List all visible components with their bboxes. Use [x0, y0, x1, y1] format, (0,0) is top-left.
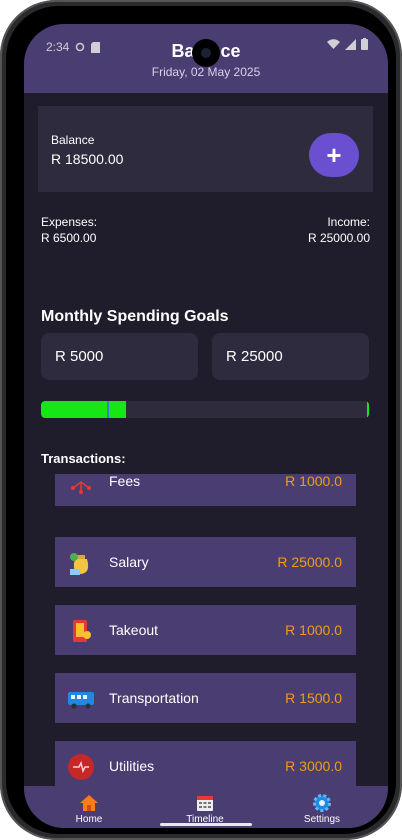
transactions-title: Transactions:	[41, 451, 126, 466]
phone-bezel: 2:34 Balance Friday, 02 May 2025 Balance…	[6, 6, 396, 834]
bus-icon	[68, 692, 94, 709]
home-icon	[80, 795, 98, 811]
transactions-list[interactable]: Fees R 1000.0 Salary R 25000.0 Takeout R…	[24, 474, 388, 786]
nav-home[interactable]: Home	[71, 793, 107, 825]
min-goal-marker	[107, 401, 109, 418]
add-transaction-button[interactable]: +	[309, 133, 359, 177]
transaction-name: Transportation	[109, 690, 199, 706]
transaction-amount: R 3000.0	[285, 758, 342, 774]
income-label: Income:	[327, 215, 370, 229]
home-indicator[interactable]	[160, 823, 252, 826]
app-header: 2:34 Balance Friday, 02 May 2025	[24, 24, 388, 93]
transaction-amount: R 1000.0	[285, 622, 342, 638]
balance-card: Balance R 18500.00 +	[38, 106, 373, 192]
balance-label: Balance	[51, 133, 95, 147]
progress-fill	[41, 401, 126, 418]
transaction-row[interactable]: Salary R 25000.0	[55, 537, 356, 587]
transaction-row[interactable]: Utilities R 3000.0	[55, 741, 356, 786]
income-summary: Income: R 25000.00	[308, 214, 370, 246]
transaction-row[interactable]: Fees R 1000.0	[55, 474, 356, 506]
utilities-icon	[68, 754, 94, 780]
nav-settings[interactable]: Settings	[300, 793, 344, 825]
gear-icon	[313, 794, 331, 812]
min-goal-field[interactable]: R 5000	[41, 333, 198, 380]
nav-settings-label: Settings	[303, 814, 341, 825]
nav-timeline[interactable]: Timeline	[180, 793, 230, 825]
fees-icon	[71, 481, 91, 494]
app-screen: 2:34 Balance Friday, 02 May 2025 Balance…	[24, 24, 388, 828]
income-value: R 25000.00	[307, 231, 370, 245]
camera-cutout	[192, 39, 220, 67]
expenses-label: Expenses:	[41, 215, 98, 229]
max-goal-field[interactable]: R 25000	[212, 333, 369, 380]
balance-amount: R 18500.00	[51, 151, 124, 167]
goals-title: Monthly Spending Goals	[41, 308, 229, 325]
transaction-name: Takeout	[109, 622, 159, 638]
page-date: Friday, 02 May 2025	[151, 65, 261, 79]
spending-progress-bar	[41, 401, 369, 418]
transaction-name: Utilities	[109, 758, 155, 774]
transaction-row[interactable]: Transportation R 1500.0	[55, 673, 356, 723]
transaction-name: Fees	[109, 474, 141, 489]
phone-frame: 2:34 Balance Friday, 02 May 2025 Balance…	[0, 0, 402, 840]
takeout-icon	[73, 620, 91, 642]
transaction-amount: R 1500.0	[285, 690, 342, 706]
nav-home-label: Home	[75, 814, 103, 825]
max-goal-marker	[367, 401, 369, 418]
transaction-name: Salary	[109, 554, 149, 570]
bottom-navigation: Home Timeline Settings	[24, 786, 388, 828]
transaction-amount: R 1000.0	[285, 474, 342, 489]
transaction-row[interactable]: Takeout R 1000.0	[55, 605, 356, 655]
transaction-amount: R 25000.0	[277, 554, 342, 570]
expenses-value: R 6500.00	[41, 231, 97, 245]
money-bag-icon	[70, 553, 89, 575]
calendar-icon	[197, 796, 213, 811]
expenses-summary: Expenses: R 6500.00	[41, 214, 97, 246]
